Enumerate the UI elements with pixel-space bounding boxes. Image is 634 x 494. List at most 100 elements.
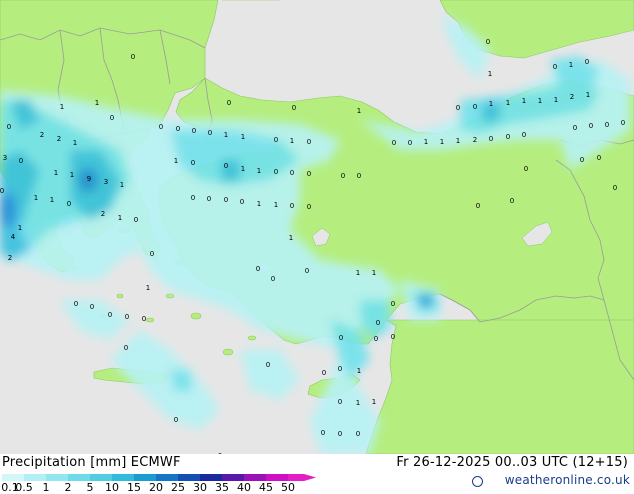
value-label: 1 xyxy=(456,137,460,145)
value-label: 0 xyxy=(7,123,11,131)
value-label: 0 xyxy=(357,172,361,180)
value-label: 1 xyxy=(356,269,360,277)
scale-tick-label: 40 xyxy=(237,481,251,494)
scale-tick-label: 2 xyxy=(64,481,72,494)
value-label: 0 xyxy=(338,430,342,438)
value-label: 0 xyxy=(131,53,135,61)
value-label: 0 xyxy=(585,58,589,66)
value-label: 0 xyxy=(476,202,480,210)
value-label: 1 xyxy=(95,99,99,107)
value-label: 0 xyxy=(305,267,309,275)
map-title: Precipitation [mm] ECMWF xyxy=(2,455,181,470)
value-label: 0 xyxy=(134,216,138,224)
value-label: 0 xyxy=(339,334,343,342)
value-label: 3 xyxy=(3,154,7,162)
value-label: 0 xyxy=(224,196,228,204)
scale-tick-label: 45 xyxy=(259,481,273,494)
scale-swatch xyxy=(156,474,178,481)
value-label: 2 xyxy=(8,254,12,262)
value-label: 0 xyxy=(207,195,211,203)
value-label: 2 xyxy=(473,136,477,144)
value-label: 1 xyxy=(257,167,261,175)
scale-arrow xyxy=(304,474,316,481)
value-label: 0 xyxy=(621,119,625,127)
value-label: 1 xyxy=(356,399,360,407)
value-label: 0 xyxy=(90,303,94,311)
credit-link[interactable]: weatheronline.co.uk xyxy=(505,473,630,487)
value-label: 0 xyxy=(489,135,493,143)
value-label: 0 xyxy=(125,313,129,321)
scale-swatch xyxy=(90,474,112,481)
value-label: 4 xyxy=(11,233,16,241)
scale-swatch xyxy=(222,474,244,481)
value-label: 1 xyxy=(289,234,293,242)
scale-tick-label: 50 xyxy=(281,481,295,494)
value-label: 1 xyxy=(70,171,74,179)
value-label: 1 xyxy=(290,137,294,145)
scale-tick-label: 25 xyxy=(171,481,185,494)
valid-time: Fr 26-12-2025 00..03 UTC (12+15) xyxy=(396,455,628,470)
value-label: 1 xyxy=(241,133,245,141)
value-label: 1 xyxy=(241,165,245,173)
value-label: 0 xyxy=(321,429,325,437)
value-label: 1 xyxy=(489,100,493,108)
value-label: 2 xyxy=(40,131,44,139)
value-label: 1 xyxy=(372,398,376,406)
value-label: 1 xyxy=(424,138,428,146)
value-label: 1 xyxy=(440,138,444,146)
scale-tick-label: 0.5 xyxy=(15,481,33,494)
value-label: 0 xyxy=(307,170,311,178)
value-label: 1 xyxy=(146,284,150,292)
value-label: 0 xyxy=(266,361,270,369)
scale-swatch xyxy=(178,474,200,481)
value-label: 2 xyxy=(57,135,61,143)
scale-tick-label: 35 xyxy=(215,481,229,494)
value-label: 0 xyxy=(274,136,278,144)
value-label: 0 xyxy=(524,165,528,173)
value-label: 1 xyxy=(224,131,228,139)
value-label: 0 xyxy=(191,194,195,202)
value-label: 0 xyxy=(292,104,296,112)
value-label: 1 xyxy=(538,97,542,105)
value-label: 1 xyxy=(522,97,526,105)
scale-swatch xyxy=(266,474,288,481)
value-label: 0 xyxy=(224,162,228,170)
value-label: 1 xyxy=(569,61,573,69)
value-label: 1 xyxy=(257,200,261,208)
value-label: 1 xyxy=(120,181,124,189)
value-label: 0 xyxy=(376,319,380,327)
value-label: 2 xyxy=(101,210,105,218)
scale-swatch xyxy=(200,474,222,481)
value-label: 0 xyxy=(597,154,601,162)
value-label: 0 xyxy=(108,311,112,319)
value-label: 0 xyxy=(240,198,244,206)
value-label: 0 xyxy=(486,38,490,46)
value-label: 1 xyxy=(50,196,54,204)
value-label: 0 xyxy=(274,168,278,176)
value-label: 0 xyxy=(408,139,412,147)
value-label: 0 xyxy=(473,103,477,111)
value-label: 0 xyxy=(19,157,23,165)
value-label: 0 xyxy=(553,63,557,71)
value-label: 0 xyxy=(208,129,212,137)
value-label: 1 xyxy=(34,194,38,202)
value-label: 0 xyxy=(573,124,577,132)
scale-swatch xyxy=(112,474,134,481)
value-label: 0 xyxy=(392,139,396,147)
value-label: 1 xyxy=(506,99,510,107)
value-label: 0 xyxy=(605,121,609,129)
scale-tick-label: 1 xyxy=(42,481,50,494)
value-label: 1 xyxy=(18,224,22,232)
value-label: 0 xyxy=(522,131,526,139)
value-label: 1 xyxy=(586,91,590,99)
value-label: 0 xyxy=(159,123,163,131)
value-label: 1 xyxy=(274,201,278,209)
value-label: 0 xyxy=(227,99,231,107)
value-label: 1 xyxy=(554,96,558,104)
scale-swatch xyxy=(288,474,304,481)
scale-swatch xyxy=(2,474,24,481)
value-label: 0 xyxy=(307,138,311,146)
scale-swatch xyxy=(68,474,90,481)
value-label: 0 xyxy=(506,133,510,141)
precipitation-map: 0 0 0 1 0 1 0 0 1 1 0 0 1 0 0 1 1 1 1 1 2 1 2 2 1 0 0 0 0 1 1 0 1 0 0 0 1 1 1 2… xyxy=(0,0,634,454)
